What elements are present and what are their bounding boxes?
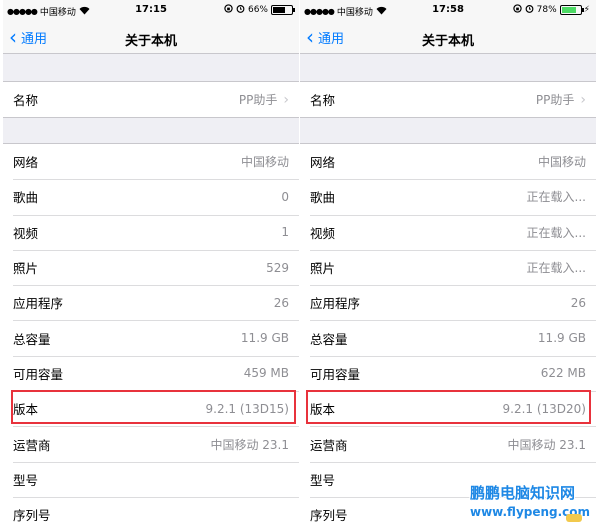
info-row-network: 网络 中国移动 (3, 144, 299, 179)
info-row-apps: 应用程序 26 (3, 285, 299, 320)
name-group: 名称 PP助手 › (3, 81, 299, 118)
row-label: 名称 (13, 93, 39, 108)
info-row-photos: 照片 529 (3, 249, 299, 285)
info-row-songs: 歌曲 正在载入... (300, 179, 596, 214)
row-label: 运营商 (310, 437, 348, 453)
page-title: 关于本机 (421, 34, 474, 49)
row-label: 序列号 (13, 508, 51, 524)
row-value: PP助手 (238, 93, 278, 107)
name-group: 名称 PP助手 › (300, 81, 596, 118)
name-row[interactable]: 名称 PP助手 › (3, 82, 299, 117)
alarm-icon (525, 4, 534, 16)
row-label: 型号 (310, 472, 336, 488)
row-label: 歌曲 (13, 190, 39, 206)
row-value: 26 (273, 295, 289, 310)
row-label: 网络 (13, 155, 39, 171)
page-title: 关于本机 (124, 34, 177, 49)
row-value: 9.2.1 (13D15) (205, 401, 290, 416)
info-group: 网络 中国移动 歌曲 0 视频 1 照片 529 应用程序 26 总容量 11.9 GB 可… (3, 143, 299, 530)
info-row-network: 网络 中国移动 (300, 144, 596, 179)
info-row-apps: 应用程序 26 (300, 285, 596, 320)
chevron-right-icon: › (283, 91, 289, 108)
row-value: 0 (281, 189, 289, 204)
nav-bar: ‹ 通用 关于本机 (3, 22, 299, 54)
row-label: 歌曲 (310, 190, 336, 206)
info-row-available: 可用容量 622 MB (300, 355, 596, 391)
row-label: 应用程序 (13, 296, 64, 312)
battery-percent: 78% (536, 5, 557, 15)
phone-screen-left: ●●●●● 中国移动 17:15 66% ‹ 通用 关于本机 名称 PP助手 ›… (3, 0, 299, 530)
row-label: 视频 (310, 225, 336, 241)
row-label: 运营商 (13, 437, 51, 453)
bolt-icon: ⚡ (583, 5, 590, 15)
row-label: 版本 (310, 402, 336, 418)
chevron-right-icon: › (580, 91, 586, 108)
nav-bar: ‹ 通用 关于本机 (300, 22, 596, 54)
site-watermark: 鹏鹏电脑知识网 www.flypeng.com (462, 478, 598, 530)
row-value: 11.9 GB (537, 331, 586, 346)
row-value: 中国移动 23.1 (507, 437, 586, 452)
row-value: 9.2.1 (13D20) (502, 401, 587, 416)
name-row[interactable]: 名称 PP助手 › (300, 82, 596, 117)
info-row-version: 版本 9.2.1 (13D15) (3, 391, 299, 426)
info-row-videos: 视频 1 (3, 214, 299, 250)
row-label: 型号 (13, 472, 39, 488)
info-row-carrier: 运营商 中国移动 23.1 (3, 426, 299, 461)
rotation-lock-icon (512, 4, 522, 16)
row-label: 可用容量 (310, 366, 361, 382)
row-label: 视频 (13, 225, 39, 241)
row-label: 版本 (13, 402, 39, 418)
alarm-icon (236, 4, 245, 16)
info-row-available: 可用容量 459 MB (3, 355, 299, 391)
info-row-carrier: 运营商 中国移动 23.1 (300, 426, 596, 461)
row-value: PP助手 (535, 93, 575, 107)
info-row-photos: 照片 正在载入... (300, 249, 596, 285)
row-value: 正在载入... (526, 225, 586, 240)
row-value: 11.9 GB (240, 331, 289, 346)
row-value: 正在载入... (526, 261, 586, 276)
row-label: 照片 (310, 261, 336, 277)
row-label: 网络 (310, 155, 336, 171)
row-label: 应用程序 (310, 296, 361, 312)
info-group: 网络 中国移动 歌曲 正在载入... 视频 正在载入... 照片 正在载入... 应用程… (300, 143, 596, 530)
row-label: 总容量 (310, 331, 348, 347)
info-row-videos: 视频 正在载入... (300, 214, 596, 250)
info-row-capacity: 总容量 11.9 GB (3, 320, 299, 355)
row-label: 序列号 (310, 508, 348, 524)
row-label: 可用容量 (13, 366, 64, 382)
row-label: 名称 (310, 93, 336, 108)
info-row-version: 版本 9.2.1 (13D20) (300, 391, 596, 426)
info-row-model: 型号 (3, 461, 299, 497)
status-bar: ●●●●● 中国移动 17:58 78% ⚡ (300, 0, 596, 22)
status-bar: ●●●●● 中国移动 17:15 66% (3, 0, 299, 22)
mouse-icon (566, 514, 582, 522)
phone-screen-right: ●●●●● 中国移动 17:58 78% ⚡ ‹ 通用 关于本机 名称 PP助手… (300, 0, 596, 530)
row-value: 中国移动 23.1 (210, 437, 289, 452)
row-value: 529 (266, 260, 289, 275)
battery-icon (271, 5, 295, 15)
battery-percent: 66% (247, 5, 268, 15)
row-value: 中国移动 (240, 155, 289, 170)
watermark-title: 鹏鹏电脑知识网 (470, 484, 576, 502)
row-value: 622 MB (540, 366, 586, 381)
rotation-lock-icon (224, 4, 233, 16)
row-label: 照片 (13, 261, 39, 277)
row-value: 中国移动 (537, 155, 586, 170)
info-row-songs: 歌曲 0 (3, 179, 299, 214)
row-label: 总容量 (13, 331, 51, 347)
info-row-capacity: 总容量 11.9 GB (300, 320, 596, 355)
row-value: 459 MB (243, 366, 289, 381)
row-value: 1 (281, 225, 289, 240)
row-value: 正在载入... (526, 190, 586, 205)
row-value: 26 (570, 295, 586, 310)
info-row-serial: 序列号 (3, 496, 299, 530)
battery-icon (559, 5, 584, 15)
